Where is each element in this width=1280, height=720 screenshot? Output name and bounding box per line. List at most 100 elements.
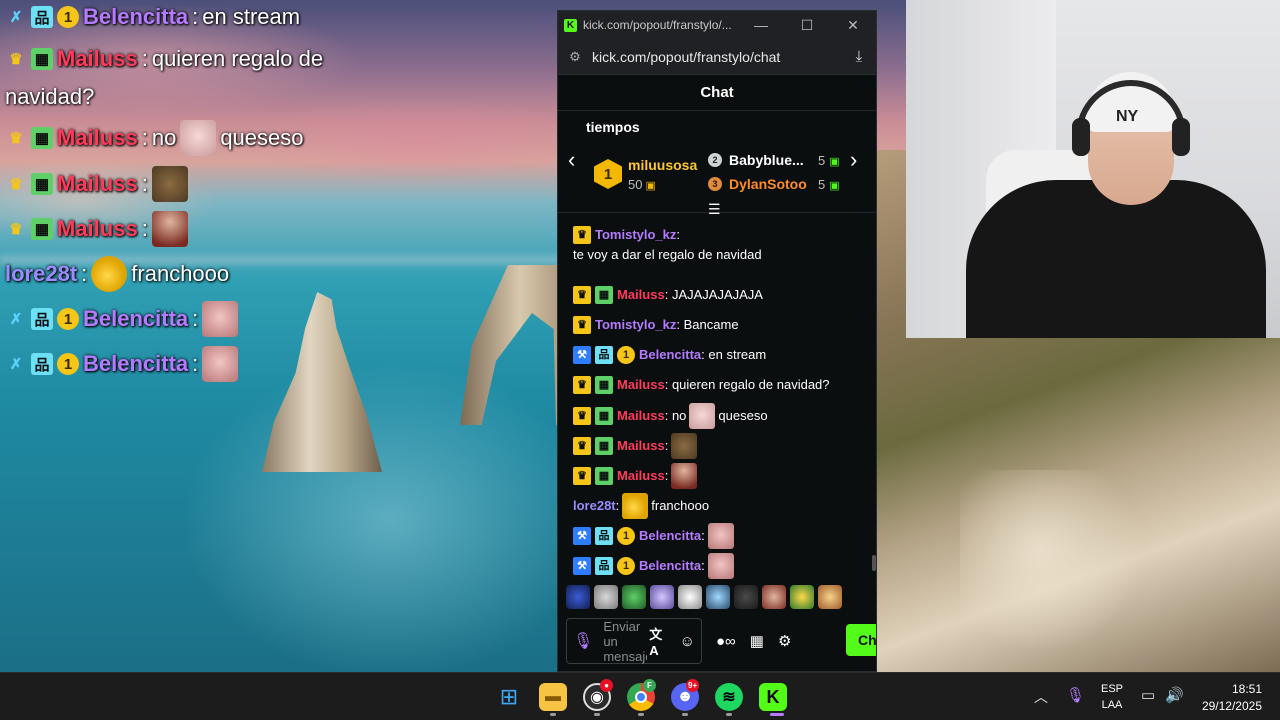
- creeper-badge-icon: ▦: [31, 127, 53, 149]
- chat-username[interactable]: Mailuss: [617, 285, 665, 305]
- message-input[interactable]: 🎙 Enviar un mensaje 文A ☺: [566, 618, 702, 664]
- leaderboard-second-name[interactable]: Babyblue...: [729, 152, 804, 168]
- chat-separator: :: [676, 227, 681, 242]
- input-language-indicator[interactable]: ESP LAA: [1098, 681, 1126, 713]
- chat-message: ⚒ 品 1 Belencitta: en stream: [573, 345, 863, 365]
- store-icon[interactable]: ▦: [750, 632, 764, 650]
- microphone-icon[interactable]: 🎙: [573, 631, 593, 651]
- sword-badge-icon: ✗: [9, 9, 23, 26]
- overlay-username: Belencitta: [83, 306, 189, 331]
- quick-emote-icon[interactable]: [650, 585, 674, 609]
- translate-icon[interactable]: 文A: [649, 624, 669, 658]
- quick-emote-icon[interactable]: [566, 585, 590, 609]
- close-button[interactable]: ✕: [830, 11, 876, 39]
- overlay-chat-line: ✗ 品 1 Belencitta:: [5, 301, 239, 337]
- spotify-icon[interactable]: ≋: [715, 683, 743, 711]
- kick-logo-icon: K: [564, 18, 577, 32]
- chat-username[interactable]: Belencitta: [639, 345, 701, 365]
- santa-emote-icon[interactable]: [622, 493, 649, 519]
- file-explorer-icon[interactable]: ▬: [539, 683, 567, 711]
- address-bar[interactable]: ⚙ kick.com/popout/franstylo/chat ⤓: [558, 39, 876, 75]
- creeper-badge-icon: ▦: [595, 407, 613, 425]
- sub-one-badge-icon: 1: [57, 6, 79, 28]
- creeper-badge-icon: ▦: [595, 467, 613, 485]
- rank-second-badge-icon: 2: [708, 153, 722, 167]
- show-hidden-icons-chevron-icon[interactable]: ︿: [1034, 687, 1048, 707]
- crown-badge-icon: ♛: [9, 51, 23, 68]
- hammer-badge-icon: ⚒: [573, 527, 591, 545]
- crown-badge-icon: ♛: [573, 437, 591, 455]
- gift-icon: ▣: [829, 156, 840, 168]
- quick-emote-icon[interactable]: [734, 585, 758, 609]
- chat-separator: :: [701, 528, 705, 543]
- quick-emote-icon[interactable]: [818, 585, 842, 609]
- webcam-feed: NY: [906, 0, 1280, 338]
- overlay-chat-line: ✗ 品 1 Belencitta:: [5, 346, 239, 382]
- creeper-badge-icon: ▦: [31, 218, 53, 240]
- chevron-right-icon[interactable]: ›: [850, 147, 857, 173]
- chat-message: ♛ ▦ Mailuss:: [573, 433, 863, 459]
- collapse-leaderboard-icon[interactable]: ☰: [708, 201, 721, 218]
- quick-emote-icon[interactable]: [762, 585, 786, 609]
- quick-emote-icon[interactable]: [594, 585, 618, 609]
- system-clock[interactable]: 18:51 29/12/2025: [1200, 681, 1262, 715]
- crown-badge-icon: ♛: [573, 226, 591, 244]
- windows-start-icon[interactable]: ⊞: [495, 683, 523, 711]
- overlay-username: Mailuss: [57, 46, 138, 71]
- network-icon[interactable]: ▭: [1141, 686, 1155, 704]
- people-icon[interactable]: ●∞: [716, 633, 736, 650]
- sub-one-badge-icon: 1: [617, 346, 635, 364]
- bald-emote-icon[interactable]: [671, 463, 698, 489]
- leaderboard-title: tiempos: [586, 119, 640, 135]
- frog-emote-icon[interactable]: [671, 433, 698, 459]
- chat-username[interactable]: Mailuss: [617, 436, 665, 456]
- leaderboard-first-name[interactable]: miluusosa: [628, 157, 697, 173]
- leaderboard-third-count-value: 5: [818, 177, 826, 192]
- overlay-message-continued: navidad?: [5, 84, 95, 109]
- chat-username[interactable]: Mailuss: [617, 466, 665, 486]
- overlay-message: franchooo: [131, 261, 230, 286]
- message-input-placeholder[interactable]: Enviar un mensaje: [603, 619, 647, 664]
- chat-separator: :: [701, 558, 705, 573]
- download-icon[interactable]: ⤓: [848, 48, 870, 65]
- chat-username[interactable]: Belencitta: [639, 556, 701, 576]
- leaderboard-third-name[interactable]: DylanSotoo: [729, 176, 807, 192]
- url-text[interactable]: kick.com/popout/franstylo/chat: [592, 49, 848, 65]
- chat-username[interactable]: Belencitta: [639, 526, 701, 546]
- crown-badge-icon: ♛: [573, 407, 591, 425]
- chat-username[interactable]: Mailuss: [617, 406, 665, 426]
- maximize-button[interactable]: ☐: [784, 11, 830, 39]
- running-indicator: [550, 713, 556, 716]
- site-settings-icon[interactable]: ⚙: [564, 49, 586, 65]
- emoji-picker-icon[interactable]: ☺: [680, 633, 695, 650]
- pig-emote-icon: [180, 120, 217, 156]
- baby-emote-icon[interactable]: [707, 523, 734, 549]
- microphone-in-use-icon[interactable]: 🎙: [1066, 686, 1085, 704]
- chevron-left-icon[interactable]: ‹: [568, 147, 575, 173]
- quick-emote-icon[interactable]: [678, 585, 702, 609]
- send-chat-button[interactable]: Ch: [846, 624, 876, 656]
- chat-text: Bancame: [683, 317, 739, 332]
- kick-app-icon[interactable]: K: [759, 683, 787, 711]
- cliff-highlight: [960, 470, 1160, 670]
- active-indicator: [770, 713, 784, 716]
- chat-username[interactable]: Tomistylo_kz: [595, 315, 676, 335]
- chat-username[interactable]: Mailuss: [617, 375, 665, 395]
- chat-text: en stream: [708, 347, 767, 362]
- quick-emote-icon[interactable]: [706, 585, 730, 609]
- quick-emote-icon[interactable]: [622, 585, 646, 609]
- volume-icon[interactable]: 🔊: [1165, 686, 1184, 704]
- minimize-button[interactable]: —: [738, 11, 784, 39]
- settings-gear-icon[interactable]: ⚙: [778, 632, 791, 650]
- pig-emote-icon[interactable]: [689, 403, 716, 429]
- crown-badge-icon: ♛: [573, 376, 591, 394]
- headphones-band: [1076, 80, 1186, 150]
- chat-username[interactable]: lore28t: [573, 496, 616, 516]
- window-title-bar[interactable]: K kick.com/popout/franstylo/... — ☐ ✕: [558, 11, 876, 39]
- chat-scrollbar[interactable]: [872, 555, 876, 571]
- baby-emote-icon[interactable]: [707, 553, 734, 579]
- chat-username[interactable]: Tomistylo_kz: [595, 225, 676, 245]
- quick-emote-icon[interactable]: [790, 585, 814, 609]
- chat-composer: 🎙 Enviar un mensaje 文A ☺ ●∞ ▦ ⚙ Ch: [558, 613, 876, 669]
- obs-record-badge: ●: [600, 679, 613, 692]
